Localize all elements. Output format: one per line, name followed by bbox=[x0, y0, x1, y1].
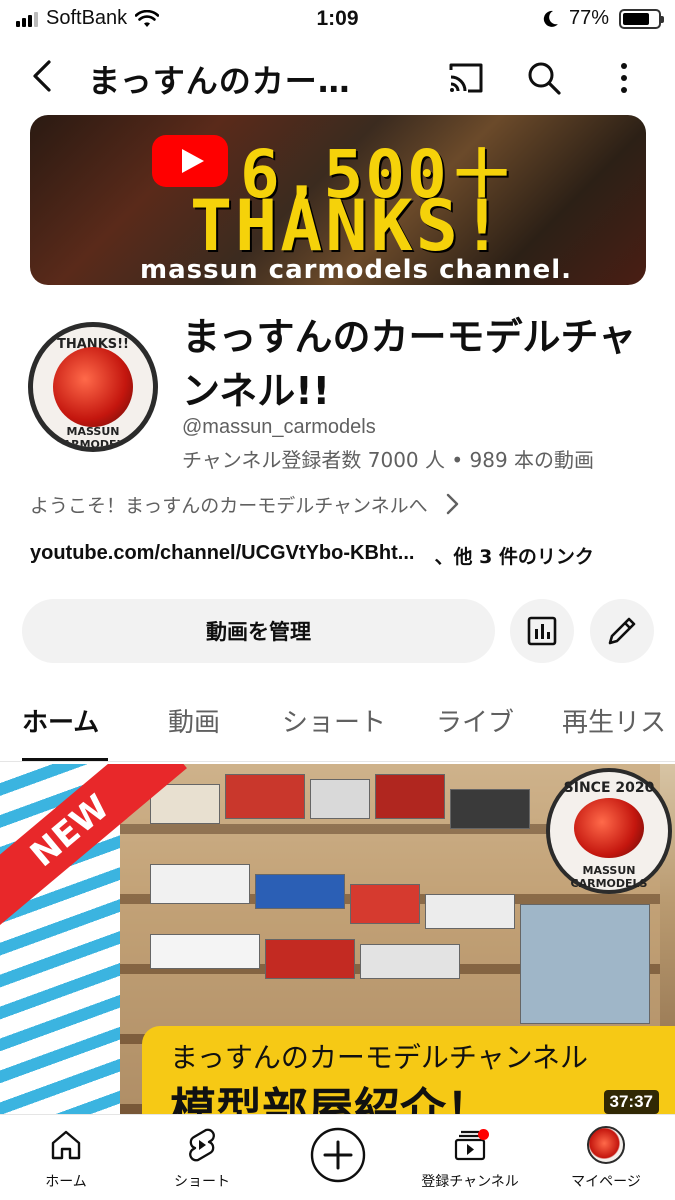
logo-car-image bbox=[574, 798, 644, 858]
kit-box bbox=[255, 874, 345, 909]
channel-avatar: THANKS!! MASSUN CARMODELS bbox=[28, 322, 158, 452]
status-right: 77% bbox=[543, 7, 664, 30]
battery-fill bbox=[623, 12, 650, 25]
caption-line-1: まっすんのカーモデルチャンネル bbox=[170, 1041, 589, 1074]
nav-create[interactable] bbox=[278, 1125, 398, 1185]
tab-videos[interactable]: 動画 bbox=[168, 702, 220, 739]
kit-box bbox=[350, 884, 420, 924]
kit-box bbox=[310, 779, 370, 819]
nav-shorts-label: ショート bbox=[174, 1174, 230, 1190]
tab-shorts[interactable]: ショート bbox=[282, 702, 386, 739]
search-icon bbox=[528, 62, 561, 95]
battery-percent: 77% bbox=[568, 7, 609, 29]
back-arrow-icon bbox=[33, 60, 51, 92]
kit-box bbox=[150, 864, 250, 904]
logo-since-text: SINCE 2020 bbox=[563, 780, 655, 796]
page-title: まっすんのカー… bbox=[88, 62, 351, 100]
chevron-right-icon bbox=[446, 493, 458, 515]
status-bar: SoftBank 1:09 77% bbox=[0, 0, 675, 40]
back-button[interactable] bbox=[24, 56, 64, 96]
nav-profile-label: マイページ bbox=[571, 1174, 641, 1190]
nav-home-label: ホーム bbox=[45, 1174, 87, 1190]
tab-playlists[interactable]: 再生リス bbox=[562, 702, 666, 739]
analytics-button[interactable] bbox=[510, 599, 574, 663]
battery-icon bbox=[619, 8, 664, 29]
kit-box bbox=[265, 939, 355, 979]
kit-box bbox=[360, 944, 460, 979]
manage-videos-button[interactable]: 動画を管理 bbox=[22, 599, 495, 663]
kit-box bbox=[225, 774, 305, 819]
tab-live[interactable]: ライブ bbox=[436, 702, 514, 739]
shorts-icon bbox=[189, 1128, 215, 1162]
analytics-icon bbox=[527, 616, 557, 646]
create-plus-icon bbox=[310, 1127, 366, 1183]
kit-box bbox=[450, 789, 530, 829]
channel-banner: 6,500＋ THANKS! massun carmodels channel. bbox=[30, 115, 646, 285]
top-nav: まっすんのカー… bbox=[0, 44, 675, 108]
caption-line-2: 模型部屋紹介！ bbox=[170, 1083, 492, 1114]
active-tab-indicator bbox=[22, 758, 108, 761]
kit-box bbox=[150, 934, 260, 969]
youtube-play-icon bbox=[152, 135, 228, 187]
channel-name: まっすんのカーモデルチャンネル!! bbox=[182, 315, 637, 413]
video-thumbnail[interactable]: NEW SINCE 2020 MASSUN CARMODELS まっすんのカーモ… bbox=[0, 764, 675, 1114]
logo-bottom-text: MASSUN CARMODELS bbox=[570, 864, 648, 890]
video-duration: 37:37 bbox=[603, 1090, 659, 1114]
channel-tabs: ホーム 動画 ショート ライブ 再生リス bbox=[0, 690, 675, 762]
pencil-icon bbox=[608, 617, 636, 645]
avatar-bottom-text: MASSUN CARMODELS bbox=[54, 425, 132, 451]
nav-subscriptions[interactable]: 登録チャンネル bbox=[410, 1125, 530, 1191]
kit-box bbox=[425, 894, 515, 929]
bottom-nav: ホーム ショート 登録チャンネル マイページ bbox=[0, 1114, 675, 1200]
notification-dot bbox=[478, 1129, 489, 1140]
nav-subscriptions-label: 登録チャンネル bbox=[421, 1174, 519, 1190]
home-icon bbox=[51, 1130, 81, 1160]
avatar-car-image bbox=[53, 347, 133, 427]
tab-home[interactable]: ホーム bbox=[22, 702, 99, 739]
channel-logo: SINCE 2020 MASSUN CARMODELS bbox=[546, 768, 672, 894]
edit-button[interactable] bbox=[590, 599, 654, 663]
cast-button[interactable] bbox=[444, 56, 488, 100]
channel-description[interactable]: ようこそ！まっすんのカーモデルチャンネルへ bbox=[30, 488, 650, 520]
channel-stats: チャンネル登録者数 7000 人 • 989 本の動画 bbox=[182, 448, 595, 472]
thumbnail-caption: まっすんのカーモデルチャンネル 模型部屋紹介！ bbox=[142, 1026, 675, 1114]
other-links[interactable]: 、他 3 件のリンク bbox=[434, 542, 593, 569]
profile-avatar-icon bbox=[587, 1126, 625, 1164]
moon-icon bbox=[543, 10, 558, 27]
channel-handle: @massun_carmodels bbox=[182, 416, 376, 438]
nav-home[interactable]: ホーム bbox=[6, 1125, 126, 1191]
description-text: ようこそ！まっすんのカーモデルチャンネルへ bbox=[30, 494, 428, 517]
channel-links[interactable]: youtube.com/channel/UCGVtYbo-KBht... 、他 … bbox=[30, 542, 660, 569]
search-button[interactable] bbox=[522, 56, 566, 100]
banner-channel-name: massun carmodels channel. bbox=[140, 255, 572, 285]
nav-profile[interactable]: マイページ bbox=[546, 1125, 666, 1191]
kit-box bbox=[375, 774, 445, 819]
more-vertical-icon bbox=[621, 63, 627, 93]
nav-shorts[interactable]: ショート bbox=[142, 1125, 262, 1191]
channel-link[interactable]: youtube.com/channel/UCGVtYbo-KBht... bbox=[30, 542, 414, 569]
paint-rack bbox=[520, 904, 650, 1024]
more-button[interactable] bbox=[602, 56, 646, 100]
cast-icon bbox=[449, 63, 483, 93]
